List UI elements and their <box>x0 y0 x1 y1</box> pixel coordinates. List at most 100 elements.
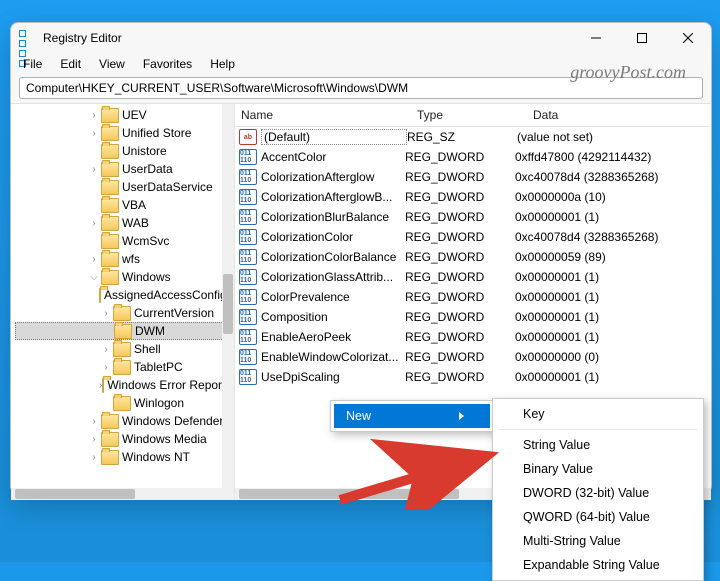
value-type: REG_DWORD <box>405 210 515 224</box>
menu-view[interactable]: View <box>97 55 127 73</box>
value-data: 0x00000059 (89) <box>515 250 711 264</box>
titlebar[interactable]: Registry Editor <box>11 23 711 53</box>
folder-icon <box>113 360 131 375</box>
tree-horizontal-scrollbar[interactable] <box>11 488 234 500</box>
tree-node[interactable]: Winlogon <box>15 394 234 412</box>
chevron-right-icon[interactable]: › <box>87 218 101 229</box>
chevron-right-icon[interactable]: › <box>87 164 101 175</box>
chevron-right-icon[interactable]: › <box>87 434 101 445</box>
columns-header: Name Type Data <box>235 104 711 127</box>
tree-node-label: Windows NT <box>122 450 190 464</box>
value-data: 0x00000001 (1) <box>515 330 711 344</box>
chevron-right-icon[interactable]: › <box>87 110 101 121</box>
minimize-button[interactable] <box>573 23 619 53</box>
submenu-item-expand[interactable]: Expandable String Value <box>493 553 703 577</box>
tree-node-label: UserData <box>122 162 173 176</box>
menu-file[interactable]: File <box>21 55 44 73</box>
tree-vertical-scrollbar[interactable] <box>222 104 234 488</box>
value-row[interactable]: 011 110EnableAeroPeekREG_DWORD0x00000001… <box>235 327 711 347</box>
value-name: ColorPrevalence <box>261 290 405 304</box>
tree-node[interactable]: ›WAB <box>15 214 234 232</box>
menu-help[interactable]: Help <box>208 55 237 73</box>
value-name: ColorizationAfterglowB... <box>261 190 405 204</box>
tree-node[interactable]: ›Windows Media <box>15 430 234 448</box>
tree-node-label: Windows <box>122 270 171 284</box>
value-row[interactable]: 011 110EnableWindowColorizat...REG_DWORD… <box>235 347 711 367</box>
tree-node[interactable]: ›TabletPC <box>15 358 234 376</box>
value-row[interactable]: 011 110ColorizationAfterglowREG_DWORD0xc… <box>235 167 711 187</box>
dword-value-icon: 011 110 <box>239 309 257 325</box>
value-row[interactable]: 011 110ColorizationBlurBalanceREG_DWORD0… <box>235 207 711 227</box>
menu-favorites[interactable]: Favorites <box>141 55 194 73</box>
dword-value-icon: 011 110 <box>239 229 257 245</box>
tree-node-label: Unified Store <box>122 126 191 140</box>
value-name: UseDpiScaling <box>261 370 405 384</box>
column-data[interactable]: Data <box>527 108 711 122</box>
tree-node[interactable]: ›Windows Defender <box>15 412 234 430</box>
tree-node[interactable]: ›UEV <box>15 106 234 124</box>
value-name: EnableAeroPeek <box>261 330 405 344</box>
tree-node[interactable]: › Windows NT <box>15 448 234 466</box>
dword-value-icon: 011 110 <box>239 149 257 165</box>
chevron-right-icon[interactable]: › <box>99 362 113 373</box>
chevron-right-icon[interactable]: › <box>87 254 101 265</box>
chevron-down-icon[interactable]: ⌵ <box>87 272 101 283</box>
chevron-right-icon[interactable]: › <box>87 416 101 427</box>
value-name: ColorizationColorBalance <box>261 250 405 264</box>
chevron-right-icon[interactable]: › <box>99 308 113 319</box>
chevron-right-icon[interactable]: › <box>87 128 101 139</box>
dword-value-icon: 011 110 <box>239 369 257 385</box>
value-row[interactable]: 011 110UseDpiScalingREG_DWORD0x00000001 … <box>235 367 711 387</box>
folder-icon <box>99 288 101 303</box>
submenu-item-binary[interactable]: Binary Value <box>493 457 703 481</box>
folder-icon <box>101 162 119 177</box>
value-row[interactable]: 011 110AccentColorREG_DWORD0xffd47800 (4… <box>235 147 711 167</box>
tree-node[interactable]: ›Shell <box>15 340 234 358</box>
submenu-item-qword[interactable]: QWORD (64-bit) Value <box>493 505 703 529</box>
value-row[interactable]: ab(Default)REG_SZ(value not set) <box>235 127 711 147</box>
tree-node[interactable]: ›CurrentVersion <box>15 304 234 322</box>
column-type[interactable]: Type <box>411 108 527 122</box>
maximize-button[interactable] <box>619 23 665 53</box>
tree-node[interactable]: UserDataService <box>15 178 234 196</box>
address-bar[interactable]: Computer\HKEY_CURRENT_USER\Software\Micr… <box>19 77 703 99</box>
tree-node[interactable]: ›wfs <box>15 250 234 268</box>
tree-node[interactable]: ⌵ Windows <box>15 268 234 286</box>
value-name: EnableWindowColorizat... <box>261 350 405 364</box>
folder-icon <box>101 108 119 123</box>
value-data: 0x00000001 (1) <box>515 270 711 284</box>
value-row[interactable]: 011 110ColorizationGlassAttrib...REG_DWO… <box>235 267 711 287</box>
chevron-right-icon[interactable]: › <box>87 452 101 463</box>
value-row[interactable]: 011 110ColorizationAfterglowB...REG_DWOR… <box>235 187 711 207</box>
tree-node[interactable]: ›Windows Error Reporting <box>15 376 234 394</box>
value-row[interactable]: 011 110ColorizationColorREG_DWORD0xc4007… <box>235 227 711 247</box>
menu-edit[interactable]: Edit <box>58 55 83 73</box>
tree-node[interactable]: WcmSvc <box>15 232 234 250</box>
tree-node[interactable]: VBA <box>15 196 234 214</box>
submenu-item-key[interactable]: Key <box>493 402 703 426</box>
submenu-item-dword[interactable]: DWORD (32-bit) Value <box>493 481 703 505</box>
context-menu: New <box>330 400 494 432</box>
chevron-right-icon[interactable]: › <box>99 344 113 355</box>
close-button[interactable] <box>665 23 711 53</box>
context-menu-item-new[interactable]: New <box>334 404 490 428</box>
tree-node[interactable]: AssignedAccessConfiguration <box>15 286 234 304</box>
tree-node-label: DWM <box>135 324 165 338</box>
submenu-item-string[interactable]: String Value <box>493 433 703 457</box>
value-row[interactable]: 011 110CompositionREG_DWORD0x00000001 (1… <box>235 307 711 327</box>
tree-node-label: AssignedAccessConfiguration <box>104 288 235 302</box>
value-row[interactable]: 011 110ColorPrevalenceREG_DWORD0x0000000… <box>235 287 711 307</box>
folder-icon <box>114 324 132 339</box>
tree-node[interactable]: Unistore <box>15 142 234 160</box>
value-type: REG_DWORD <box>405 270 515 284</box>
value-row[interactable]: 011 110ColorizationColorBalanceREG_DWORD… <box>235 247 711 267</box>
tree-node[interactable]: › UserData <box>15 160 234 178</box>
tree-node[interactable]: › Unified Store <box>15 124 234 142</box>
value-type: REG_DWORD <box>405 190 515 204</box>
column-name[interactable]: Name <box>235 108 411 122</box>
submenu-item-multi[interactable]: Multi-String Value <box>493 529 703 553</box>
value-type: REG_DWORD <box>405 370 515 384</box>
tree-node[interactable]: DWM <box>15 322 234 340</box>
value-data: 0x00000000 (0) <box>515 350 711 364</box>
string-value-icon: ab <box>239 129 257 145</box>
